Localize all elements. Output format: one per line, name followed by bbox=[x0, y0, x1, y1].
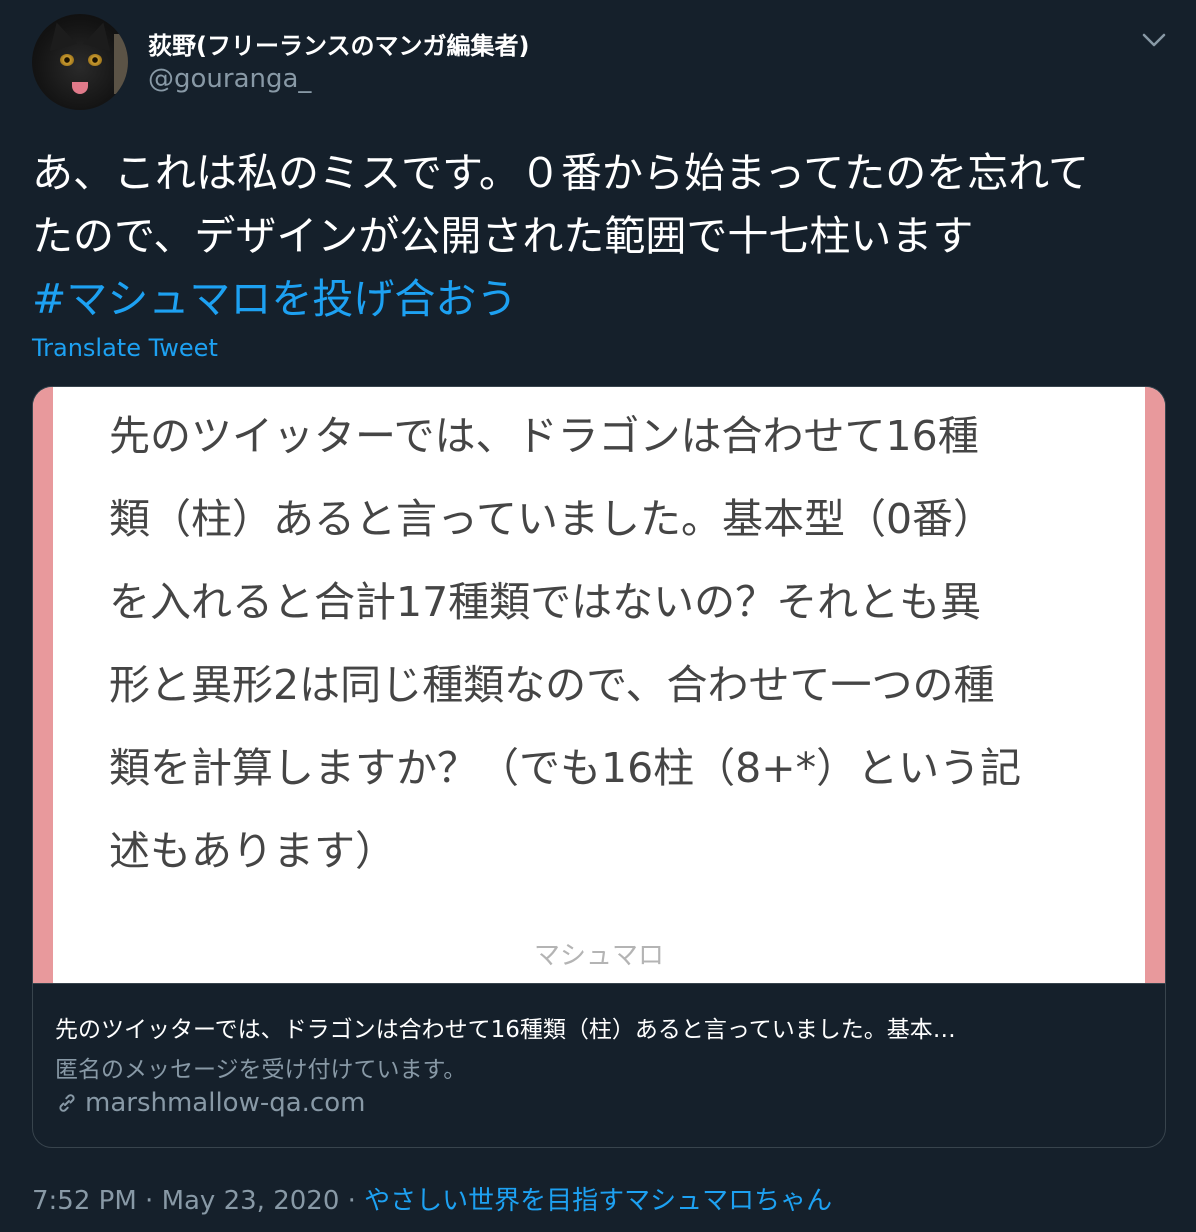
link-card[interactable]: 先のツイッターでは、ドラゴンは合わせて16種 類（柱）あると言っていました。基本… bbox=[32, 386, 1166, 1148]
tweet-text-line: たので、デザインが公開された範囲で十七柱います bbox=[32, 212, 974, 260]
avatar-ear-left bbox=[43, 18, 77, 52]
author-display-name[interactable]: 荻野(フリーランスのマンガ編集者) bbox=[148, 26, 529, 61]
question-line: 類（柱）あると言っていました。基本型（0番） bbox=[109, 495, 995, 543]
avatar[interactable] bbox=[32, 14, 128, 110]
footer-separator: · bbox=[339, 1186, 365, 1216]
question-line: 類を計算しますか？（でも16柱（8+*）という記 bbox=[109, 744, 1022, 792]
question-line: 形と異形2は同じ種類なので、合わせて一つの種 bbox=[109, 661, 995, 709]
avatar-eye-left bbox=[60, 54, 74, 66]
avatar-ear-right bbox=[83, 18, 117, 52]
chevron-down-icon[interactable] bbox=[1140, 30, 1168, 50]
card-domain: marshmallow-qa.com bbox=[55, 1088, 365, 1118]
card-meta[interactable]: 先のツイッターでは、ドラゴンは合わせて16種類（柱）あると言っていました。基本…… bbox=[33, 983, 1165, 1147]
footer-separator: · bbox=[136, 1186, 162, 1216]
tweet-text: あ、これは私のミスです。０番から始まってたのを忘れて たので、デザインが公開され… bbox=[32, 142, 1162, 331]
author-handle[interactable]: @gouranga_ bbox=[148, 64, 311, 94]
card-image[interactable]: 先のツイッターでは、ドラゴンは合わせて16種 類（柱）あると言っていました。基本… bbox=[33, 387, 1165, 983]
translate-tweet-link[interactable]: Translate Tweet bbox=[32, 334, 218, 362]
card-title: 先のツイッターでは、ドラゴンは合わせて16種類（柱）あると言っていました。基本… bbox=[55, 1017, 956, 1043]
avatar-tongue bbox=[72, 82, 88, 94]
question-line: 述もあります） bbox=[109, 827, 396, 875]
card-image-stripe-right bbox=[1145, 387, 1165, 983]
tweet-source-link[interactable]: やさしい世界を目指すマシュマロちゃん bbox=[364, 1186, 832, 1216]
card-domain-text: marshmallow-qa.com bbox=[85, 1088, 366, 1118]
link-icon bbox=[59, 1094, 75, 1112]
question-line: 先のツイッターでは、ドラゴンは合わせて16種 bbox=[109, 412, 979, 460]
tweet-footer: 7:52 PM · May 23, 2020 · やさしい世界を目指すマシュマロ… bbox=[32, 1180, 832, 1217]
question-line: を入れると合計17種類ではないの？それとも異 bbox=[109, 578, 982, 626]
card-image-brand: マシュマロ bbox=[533, 941, 664, 971]
tweet-time[interactable]: 7:52 PM bbox=[32, 1186, 137, 1216]
tweet-date[interactable]: May 23, 2020 bbox=[162, 1186, 340, 1216]
hashtag-link[interactable]: #マシュマロを投げ合おう bbox=[32, 268, 1162, 331]
avatar-background bbox=[114, 34, 128, 94]
card-description: 匿名のメッセージを受け付けています。 bbox=[55, 1057, 467, 1083]
avatar-eye-right bbox=[88, 54, 102, 66]
tweet-text-line: あ、これは私のミスです。０番から始まってたのを忘れて bbox=[32, 149, 1089, 197]
card-image-stripe-left bbox=[33, 387, 53, 983]
card-image-question-text: 先のツイッターでは、ドラゴンは合わせて16種 類（柱）あると言っていました。基本… bbox=[109, 395, 1109, 893]
